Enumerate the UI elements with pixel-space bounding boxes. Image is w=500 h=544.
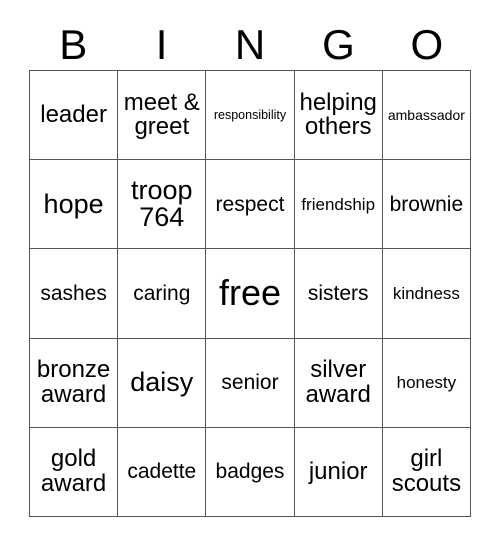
bingo-cell[interactable]: friendship: [294, 160, 383, 250]
bingo-cell-label: ambassador: [387, 106, 465, 123]
bingo-cell-label: respect: [215, 192, 285, 216]
bingo-cell[interactable]: senior: [206, 338, 295, 428]
bingo-cell-label: meet & greet: [123, 88, 200, 141]
bingo-cell[interactable]: ambassador: [382, 71, 471, 161]
bingo-cell-label: senior: [221, 370, 279, 394]
bingo-header-letter-g: G: [322, 21, 355, 68]
bingo-cell-label: girl scouts: [391, 445, 462, 497]
bingo-cell[interactable]: bronze award: [30, 338, 119, 428]
bingo-cell[interactable]: respect: [206, 160, 295, 250]
bingo-cell[interactable]: responsibility: [206, 71, 295, 161]
bingo-cell-label: silver award: [305, 356, 371, 408]
bingo-cell-label: friendship: [301, 194, 376, 214]
bingo-cell-label: caring: [133, 281, 191, 305]
bingo-cell[interactable]: badges: [206, 427, 295, 517]
bingo-cell-label: leader: [40, 100, 107, 128]
bingo-cell-label: daisy: [130, 366, 194, 397]
bingo-cell-label: badges: [215, 460, 285, 484]
bingo-cell[interactable]: helping others: [294, 71, 383, 161]
bingo-cell-label: hope: [43, 188, 104, 219]
bingo-cell-label: bronze award: [36, 356, 111, 408]
bingo-cell[interactable]: kindness: [382, 249, 471, 339]
bingo-header-letter-o: O: [410, 21, 444, 68]
bingo-cell-label: troop 764: [131, 174, 193, 233]
bingo-cell[interactable]: junior: [294, 427, 383, 517]
bingo-cell-label: responsibility: [213, 107, 287, 122]
bingo-header-letter-b: B: [59, 21, 88, 68]
bingo-cell[interactable]: hope: [30, 160, 119, 250]
bingo-cell[interactable]: sashes: [30, 249, 119, 339]
bingo-header-letter-i: I: [155, 21, 168, 68]
bingo-free-space-cell[interactable]: free: [206, 249, 295, 339]
bingo-cell-label: brownie: [389, 192, 464, 216]
bingo-cell[interactable]: gold award: [30, 427, 119, 517]
bingo-cell[interactable]: troop 764: [118, 160, 207, 250]
bingo-card: B I N G O leader meet & greet responsibility he…: [0, 0, 500, 544]
bingo-cell-label: helping others: [299, 88, 377, 141]
bingo-cell[interactable]: sisters: [294, 249, 383, 339]
bingo-cell-label: cadette: [127, 460, 197, 484]
bingo-cell-label: free: [218, 272, 282, 314]
bingo-cell[interactable]: meet & greet: [118, 71, 207, 161]
bingo-cell-label: sisters: [307, 281, 369, 305]
bingo-cell-label: kindness: [392, 283, 460, 303]
bingo-cell[interactable]: cadette: [118, 427, 207, 517]
bingo-cell-label: honesty: [396, 373, 457, 393]
bingo-cell[interactable]: silver award: [294, 338, 383, 428]
bingo-header-row: BINGO: [29, 20, 471, 70]
bingo-cell-label: gold award: [40, 445, 107, 497]
bingo-cell[interactable]: girl scouts: [382, 427, 471, 517]
bingo-header-letter-n: N: [234, 21, 266, 68]
bingo-cell[interactable]: leader: [30, 71, 119, 161]
bingo-cell-label: sashes: [40, 281, 107, 305]
bingo-cell[interactable]: caring: [118, 249, 207, 339]
bingo-cell[interactable]: honesty: [382, 338, 471, 428]
bingo-grid: leader meet & greet responsibility helping …: [29, 70, 471, 517]
bingo-cell-label: junior: [308, 457, 368, 485]
bingo-cell[interactable]: daisy: [118, 338, 207, 428]
bingo-cell[interactable]: brownie: [382, 160, 471, 250]
